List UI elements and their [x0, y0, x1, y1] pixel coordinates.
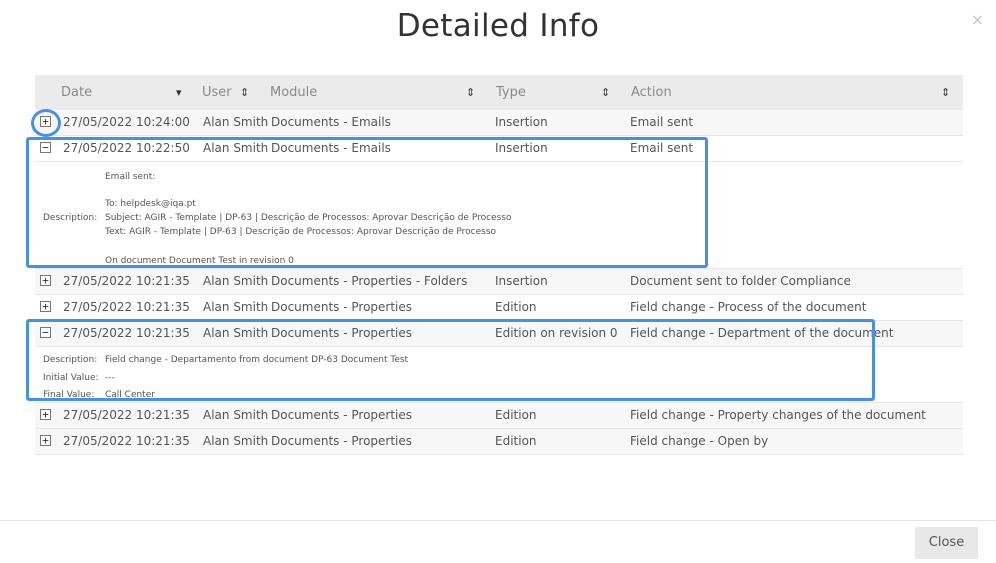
detail-line: Subject: AGIR - Template | DP-63 | Descr…	[105, 213, 512, 223]
detail-value: Call Center	[105, 390, 155, 400]
sort-icon-user[interactable]: ⇕	[240, 75, 249, 110]
sort-icon-module[interactable]: ⇕	[466, 75, 475, 110]
column-header-module[interactable]: Module	[270, 75, 317, 110]
row-user: Alan Smith	[203, 115, 269, 129]
column-header-type[interactable]: Type	[496, 75, 526, 110]
detail-line: On document Document Test in revision 0	[105, 256, 294, 266]
dialog-footer-divider	[0, 520, 996, 521]
detail-label: Description:	[43, 355, 98, 365]
row-detail-field-change: Description: Field change - Departamento…	[35, 347, 963, 403]
column-header-date-label: Date	[61, 85, 93, 100]
dialog-title: Detailed Info	[396, 8, 600, 44]
row-action: Field change - Process of the document	[630, 300, 867, 314]
expand-icon[interactable]: +	[40, 409, 51, 420]
row-module: Documents - Properties	[271, 408, 413, 422]
row-type: Insertion	[495, 141, 548, 155]
detail-value: ---	[105, 373, 115, 383]
row-date: 27/05/2022 10:21:35	[63, 274, 190, 288]
close-icon[interactable]: ×	[971, 10, 984, 29]
detail-line: Text: AGIR - Template | DP-63 | Descriçã…	[105, 227, 497, 237]
row-action: Field change - Property changes of the d…	[630, 408, 926, 422]
row-module: Documents - Properties	[271, 434, 413, 448]
row-module: Documents - Properties	[271, 326, 413, 340]
collapse-icon[interactable]: −	[40, 327, 51, 338]
row-module: Documents - Properties	[271, 300, 413, 314]
detail-line: Email sent:	[105, 172, 156, 182]
row-type: Edition	[495, 300, 537, 314]
table-row[interactable]: + 27/05/2022 10:21:35 Alan Smith Documen…	[35, 269, 963, 295]
row-type: Edition	[495, 434, 537, 448]
table-row[interactable]: − 27/05/2022 10:21:35 Alan Smith Documen…	[35, 321, 963, 347]
row-action: Field change - Department of the documen…	[630, 326, 894, 340]
close-button[interactable]: Close	[915, 527, 978, 559]
table-row[interactable]: + 27/05/2022 10:24:00 Alan Smith Documen…	[35, 110, 963, 136]
row-date: 27/05/2022 10:22:50	[63, 141, 190, 155]
column-header-user[interactable]: User	[202, 75, 232, 110]
column-header-type-label: Type	[496, 85, 526, 100]
row-type: Edition	[495, 408, 537, 422]
row-action: Email sent	[630, 141, 694, 155]
row-date: 27/05/2022 10:21:35	[63, 300, 190, 314]
row-date: 27/05/2022 10:21:35	[63, 408, 190, 422]
expand-icon[interactable]: +	[40, 435, 51, 446]
table-row[interactable]: + 27/05/2022 10:21:35 Alan Smith Documen…	[35, 403, 963, 429]
row-action: Field change - Open by	[630, 434, 769, 448]
row-user: Alan Smith	[203, 274, 269, 288]
row-user: Alan Smith	[203, 326, 269, 340]
row-date: 27/05/2022 10:24:00	[63, 115, 190, 129]
row-user: Alan Smith	[203, 408, 269, 422]
row-detail-email: Email sent: To: helpdesk@iqa.pt Descript…	[35, 162, 963, 269]
table-row[interactable]: + 27/05/2022 10:21:35 Alan Smith Documen…	[35, 429, 963, 455]
row-type: Insertion	[495, 274, 548, 288]
column-header-user-label: User	[202, 85, 232, 100]
detail-label: Description:	[43, 213, 98, 223]
row-date: 27/05/2022 10:21:35	[63, 434, 190, 448]
row-module: Documents - Emails	[271, 141, 391, 155]
sort-icon-type[interactable]: ⇕	[601, 75, 610, 110]
detail-label: Final Value:	[43, 390, 95, 400]
column-header-date[interactable]: Date	[61, 75, 92, 110]
sort-desc-icon[interactable]: ▾	[176, 75, 182, 110]
table-header: Date ▾ User ⇕ Module ⇕ Type ⇕ Action ⇕	[35, 75, 963, 110]
row-user: Alan Smith	[203, 300, 269, 314]
column-header-action-label: Action	[631, 85, 672, 100]
column-header-action[interactable]: Action	[631, 75, 672, 110]
expand-icon[interactable]: +	[40, 301, 51, 312]
row-module: Documents - Emails	[271, 115, 391, 129]
audit-table: Date ▾ User ⇕ Module ⇕ Type ⇕ Action ⇕ +…	[35, 75, 963, 455]
row-action: Document sent to folder Compliance	[630, 274, 851, 288]
expand-icon[interactable]: +	[40, 116, 51, 127]
detail-label: Initial Value:	[43, 373, 99, 383]
collapse-icon[interactable]: −	[40, 142, 51, 153]
row-date: 27/05/2022 10:21:35	[63, 326, 190, 340]
row-module: Documents - Properties - Folders	[271, 274, 468, 288]
table-row[interactable]: + 27/05/2022 10:21:35 Alan Smith Documen…	[35, 295, 963, 321]
row-user: Alan Smith	[203, 141, 269, 155]
sort-icon-action[interactable]: ⇕	[941, 75, 950, 110]
row-action: Email sent	[630, 115, 694, 129]
row-user: Alan Smith	[203, 434, 269, 448]
expand-icon[interactable]: +	[40, 275, 51, 286]
table-row[interactable]: − 27/05/2022 10:22:50 Alan Smith Documen…	[35, 136, 963, 162]
detail-value: Field change - Departamento from documen…	[105, 355, 409, 365]
row-type: Insertion	[495, 115, 548, 129]
column-header-module-label: Module	[270, 85, 318, 100]
detail-line: To: helpdesk@iqa.pt	[105, 199, 196, 209]
row-type: Edition on revision 0	[495, 326, 618, 340]
